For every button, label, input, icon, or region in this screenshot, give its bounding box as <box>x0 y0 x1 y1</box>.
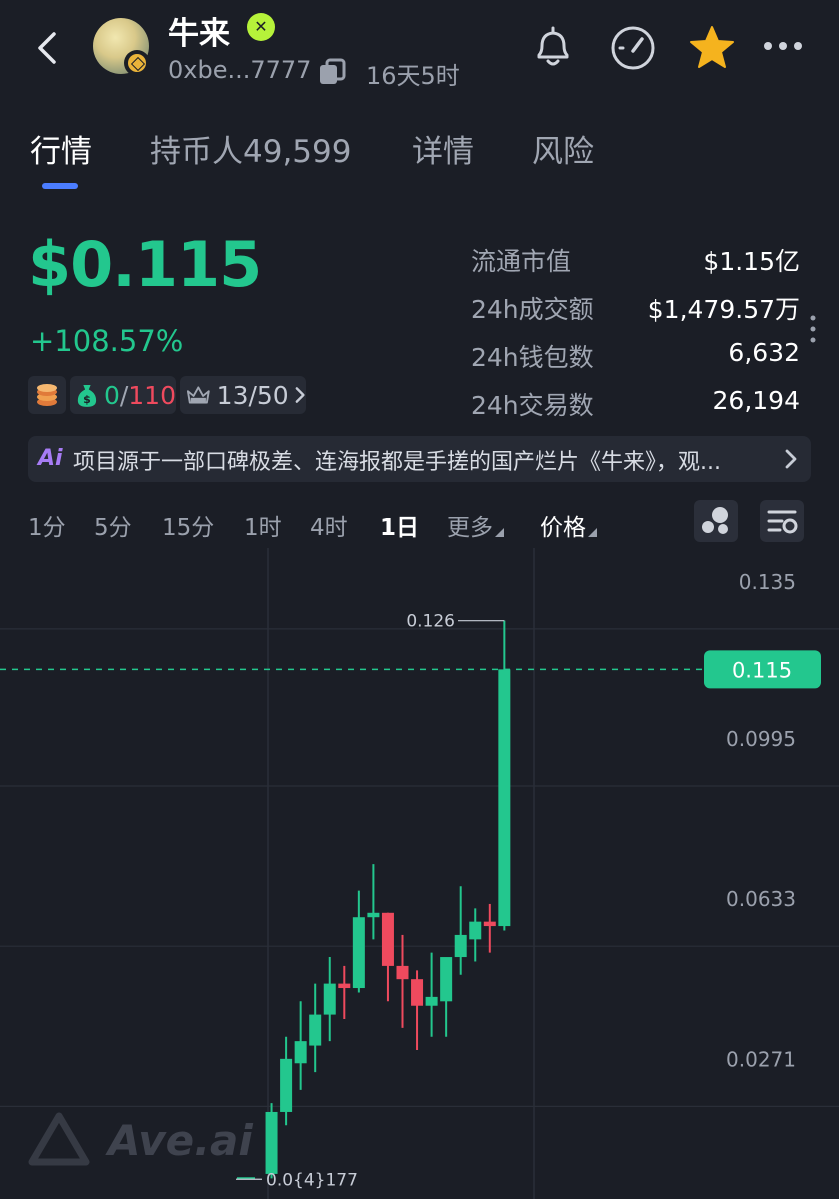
money-badge[interactable]: $ 0/110 <box>70 376 176 414</box>
chart-settings-icon <box>767 510 798 534</box>
y-tick-label: 0.0271 <box>726 1047 796 1071</box>
timeframe-1h[interactable]: 1时 <box>244 508 282 542</box>
candle-body <box>294 1041 307 1064</box>
timeframe-1d[interactable]: 1日 <box>380 508 419 542</box>
ai-summary-text: 项目源于一部口碑极差、连海报都是手搓的国产烂片《牛来》，观... <box>73 450 721 475</box>
candle-body <box>338 983 351 989</box>
high-marker-label: 0.126 <box>406 612 455 632</box>
bubbles-icon <box>702 507 728 534</box>
watermark: Ave.ai <box>108 1116 253 1165</box>
candle-body <box>498 669 511 927</box>
current-price-label: 0.115 <box>732 658 792 682</box>
star-icon[interactable] <box>688 24 736 70</box>
candle-body <box>411 979 424 1006</box>
dropdown-caret-icon <box>588 528 597 537</box>
stat-label-trades: 24h交易数 <box>471 391 594 420</box>
stat-label-wallets: 24h钱包数 <box>471 343 594 372</box>
money-total: 110 <box>128 380 176 410</box>
chevron-right-icon <box>295 387 305 403</box>
stat-value-volume: $1,479.57万 <box>647 295 800 324</box>
tab-indicator <box>42 183 78 189</box>
candle-body <box>469 921 482 940</box>
bell-icon[interactable] <box>530 24 576 70</box>
candle-body <box>381 912 394 966</box>
price-change: +108.57% <box>30 324 184 358</box>
candle-body <box>367 912 380 918</box>
top-crown-icon <box>186 386 210 404</box>
tab-holders[interactable]: 持币人49,599 <box>150 126 351 171</box>
copy-icon[interactable] <box>318 58 348 86</box>
stats-more-icon[interactable] <box>809 314 817 344</box>
stat-label-volume: 24h成交额 <box>471 295 594 324</box>
indicator-button[interactable] <box>694 500 738 542</box>
candle-body <box>454 934 467 958</box>
stat-value-mcap: $1.15亿 <box>703 247 800 276</box>
money-count: 0 <box>103 380 120 410</box>
tab-market[interactable]: 行情 <box>30 126 92 171</box>
y-tick-label: 0.0633 <box>726 887 796 911</box>
coins-badge[interactable] <box>28 376 66 414</box>
more-icon[interactable] <box>762 38 804 54</box>
candle-body <box>440 957 453 1002</box>
y-tick-label: 0.0995 <box>726 727 796 751</box>
chevron-right-icon[interactable] <box>780 446 802 472</box>
chart-settings-button[interactable] <box>760 500 804 542</box>
chart-mode-price[interactable]: 价格 <box>540 508 597 542</box>
candle-body <box>265 1111 278 1174</box>
timeframe-15m[interactable]: 15分 <box>162 508 214 542</box>
timeframe-5m[interactable]: 5分 <box>94 508 132 542</box>
tab-risk[interactable]: 风险 <box>532 126 594 171</box>
ave-logo-icon <box>28 1112 90 1166</box>
current-price: $0.115 <box>28 228 262 301</box>
token-address: 0xbe...7777 <box>168 56 312 84</box>
candle-body <box>280 1058 293 1112</box>
top-holders-badge[interactable]: 13/50 <box>180 376 306 414</box>
candle-body <box>483 921 496 927</box>
candle-body <box>352 917 365 989</box>
stat-label-mcap: 流通市值 <box>471 247 572 276</box>
token-age: 16天5时 <box>366 62 460 90</box>
timeframe-more[interactable]: 更多 <box>447 508 504 542</box>
top-holders-text: 13/50 <box>216 380 289 410</box>
tab-details[interactable]: 详情 <box>412 126 474 171</box>
timeframe-more-label: 更多 <box>447 515 493 541</box>
token-name: 牛来 <box>168 16 230 52</box>
stat-value-wallets: 6,632 <box>728 338 800 367</box>
money-bag-icon: $ <box>77 384 97 407</box>
ai-icon: Ai <box>38 446 63 471</box>
back-icon[interactable] <box>30 28 66 68</box>
gauge-icon[interactable] <box>608 24 658 72</box>
timeframe-4h[interactable]: 4时 <box>310 508 348 542</box>
dropdown-caret-icon <box>495 528 504 537</box>
coins-icon <box>37 384 57 406</box>
timeframe-1m[interactable]: 1分 <box>28 508 66 542</box>
bnb-chain-badge <box>124 50 150 76</box>
verified-icon: ✕ <box>247 13 275 41</box>
candlestick-chart[interactable]: 0.135 0.0995 0.0633 0.0271 0.115 0.126 0.0{4}… <box>0 548 839 1199</box>
candle-body <box>425 996 438 1006</box>
candle-body <box>309 1014 322 1046</box>
candle-body <box>396 965 409 980</box>
svg-text:$: $ <box>83 393 91 406</box>
chart-mode-label: 价格 <box>540 515 586 541</box>
y-tick-label: 0.135 <box>739 570 796 594</box>
stat-value-trades: 26,194 <box>712 386 800 415</box>
low-marker-label: 0.0{4}177 <box>266 1170 358 1190</box>
candle-body <box>323 983 336 1015</box>
